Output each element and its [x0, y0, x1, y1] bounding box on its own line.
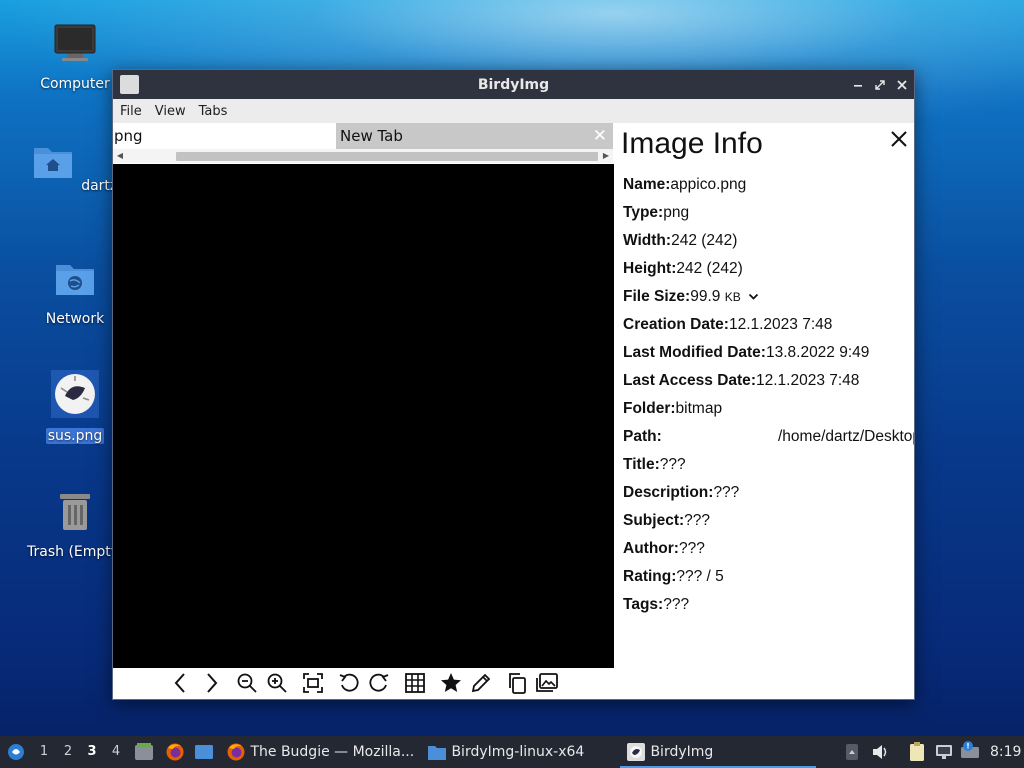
scroll-right-icon[interactable]: ▶	[601, 149, 611, 163]
task-firefox[interactable]: The Budgie — Mozilla...	[226, 736, 414, 768]
workspace-4[interactable]: 4	[109, 736, 123, 768]
menubar: File View Tabs	[113, 99, 914, 123]
desktop-icon-trash[interactable]: Trash (Empty)	[25, 490, 125, 560]
desktop-icon-home-folder[interactable]: dartz	[25, 140, 125, 194]
scrollbar-thumb[interactable]	[176, 152, 598, 161]
info-row-title: Title:???	[623, 456, 686, 473]
computer-icon	[54, 24, 96, 61]
star-icon[interactable]	[439, 671, 463, 695]
edit-icon[interactable]	[469, 671, 493, 695]
task-label: BirdyImg	[650, 744, 714, 760]
birdyimg-window: BirdyImg File View Tabs png New Tab ✕ ◀	[112, 69, 915, 700]
taskbar: 1 2 3 4 The Budgie — Mozilla... BirdyImg…	[0, 736, 1024, 768]
info-row-height: Height:242 (242)	[623, 260, 743, 277]
network-folder-icon	[56, 265, 94, 295]
info-row-folder: Folder:bitmap	[623, 400, 723, 417]
tab-bar: png New Tab ✕	[113, 123, 613, 149]
window-titlebar[interactable]: BirdyImg	[113, 70, 914, 99]
info-row-last-modified-date: Last Modified Date:13.8.2022 9:49	[623, 344, 870, 361]
clock[interactable]: 8:19	[990, 736, 1021, 768]
desktop-icon-network[interactable]: Network	[25, 257, 125, 327]
info-row-rating: Rating:??? / 5	[623, 568, 724, 585]
menu-file[interactable]: File	[120, 104, 142, 119]
info-row-description: Description:???	[623, 484, 740, 501]
task-birdyimg[interactable]: BirdyImg	[626, 736, 713, 768]
workspace-1[interactable]: 1	[37, 736, 51, 768]
info-row-subject: Subject:???	[623, 512, 711, 529]
info-row-name: Name:appico.png	[623, 176, 747, 193]
info-row-path: Path:/home/dartz/Desktop	[623, 428, 914, 450]
scroll-left-icon[interactable]: ◀	[115, 149, 125, 163]
desktop-icon-sus-png[interactable]: sus.png	[25, 370, 125, 444]
close-icon[interactable]	[896, 79, 908, 91]
zoom-in-icon[interactable]	[265, 671, 289, 695]
path-value: /home/dartz/Desktop	[778, 428, 914, 445]
workspace-2[interactable]: 2	[61, 736, 75, 768]
rotate-left-icon[interactable]	[337, 671, 361, 695]
file-size-unit: KB	[724, 290, 741, 304]
next-icon[interactable]	[199, 671, 223, 695]
tab-close-icon[interactable]: ✕	[593, 123, 607, 149]
tab-new-tab[interactable]: New Tab ✕	[336, 123, 613, 149]
workspace-3[interactable]: 3	[85, 736, 99, 768]
fit-icon[interactable]	[301, 671, 325, 695]
image-info-panel: Image Info Name:appico.png Type:png Widt…	[614, 123, 914, 699]
trash-icon	[60, 494, 90, 530]
window-title: BirdyImg	[477, 76, 550, 93]
home-folder-icon	[33, 148, 72, 178]
notifications-icon[interactable]	[960, 736, 982, 768]
gallery-icon[interactable]	[535, 671, 559, 695]
viewer-toolbar	[113, 668, 614, 699]
info-row-file-size[interactable]: File Size:99.9 KB	[623, 288, 759, 310]
desktop-icon-label: Computer	[40, 76, 110, 92]
menu-view[interactable]: View	[155, 104, 186, 119]
volume-icon[interactable]	[871, 736, 889, 768]
tab-label: png	[114, 127, 143, 145]
network-tray-icon[interactable]	[934, 736, 954, 768]
files-icon[interactable]	[134, 736, 154, 768]
task-label: The Budgie — Mozilla...	[250, 744, 415, 760]
info-row-type: Type:png	[623, 204, 690, 221]
horizontal-scrollbar[interactable]: ◀ ▶	[113, 149, 613, 163]
desktop-icon-computer[interactable]: Computer	[25, 22, 125, 92]
info-row-last-access-date: Last Access Date:12.1.2023 7:48	[623, 372, 860, 389]
image-info-heading: Image Info	[621, 127, 763, 160]
budgie-menu-icon[interactable]	[6, 736, 26, 768]
info-row-width: Width:242 (242)	[623, 232, 738, 249]
info-row-creation-date: Creation Date:12.1.2023 7:48	[623, 316, 833, 333]
desktop-icon-label: Network	[45, 311, 105, 327]
info-row-author: Author:???	[623, 540, 705, 557]
desktop-icon-label: sus.png	[45, 428, 105, 444]
image-viewer-canvas[interactable]	[113, 164, 614, 668]
info-row-tags: Tags:???	[623, 596, 690, 613]
tab-label: New Tab	[340, 127, 403, 145]
rotate-right-icon[interactable]	[367, 671, 391, 695]
zoom-out-icon[interactable]	[235, 671, 259, 695]
firefox-icon[interactable]	[165, 736, 185, 768]
tray-up-icon[interactable]	[845, 736, 859, 768]
image-file-icon	[51, 370, 99, 418]
copy-icon[interactable]	[505, 671, 529, 695]
task-label: BirdyImg-linux-x64	[451, 744, 585, 760]
tab-png[interactable]: png	[113, 123, 336, 149]
prev-icon[interactable]	[169, 671, 193, 695]
chevron-down-icon[interactable]	[748, 293, 759, 301]
maximize-icon[interactable]	[874, 79, 886, 91]
close-info-icon[interactable]	[890, 130, 908, 148]
grid-icon[interactable]	[403, 671, 427, 695]
clipboard-icon[interactable]	[907, 736, 927, 768]
menu-tabs[interactable]: Tabs	[199, 104, 228, 119]
app-icon	[120, 75, 139, 94]
show-desktop-icon[interactable]	[194, 736, 214, 768]
minimize-icon[interactable]	[852, 79, 864, 91]
task-birdyimg-folder[interactable]: BirdyImg-linux-x64	[427, 736, 584, 768]
